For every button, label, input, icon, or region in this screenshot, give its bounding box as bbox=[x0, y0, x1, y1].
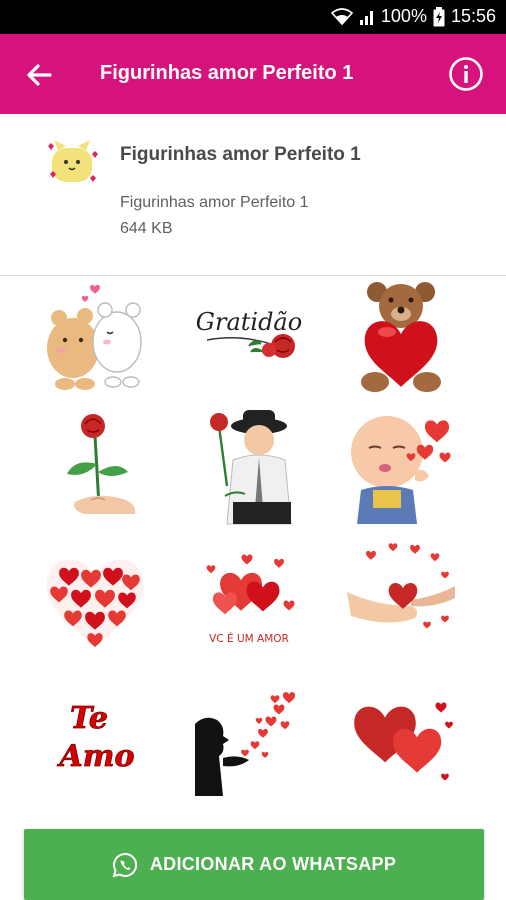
vc-e-um-amor-sticker: VC É UM AMOR bbox=[206, 554, 295, 645]
sticker-item[interactable] bbox=[336, 277, 466, 402]
pack-publisher: Figurinhas amor Perfeito 1 bbox=[120, 194, 309, 211]
sticker-item[interactable]: VC É UM AMOR bbox=[184, 535, 314, 660]
bears-kiss-sticker bbox=[47, 284, 142, 390]
add-to-whatsapp-label: ADICIONAR AO WHATSAPP bbox=[149, 854, 397, 874]
two-hearts-sticker bbox=[354, 702, 453, 781]
sticker-item[interactable]: Te Amo bbox=[30, 677, 160, 802]
info-icon[interactable] bbox=[448, 56, 484, 92]
red-rose-hand-sticker bbox=[67, 413, 136, 514]
teddy-bear-heart-sticker bbox=[361, 281, 441, 392]
te-amo-sticker: Te Amo bbox=[56, 700, 135, 774]
te-text: Te bbox=[70, 701, 108, 736]
gratidao-sticker: Gratidão bbox=[196, 308, 302, 358]
page-title: Figurinhas amor Perfeito 1 bbox=[100, 62, 354, 84]
status-bar: 100% 15:56 bbox=[0, 0, 506, 34]
sticker-item[interactable] bbox=[336, 677, 466, 802]
sticker-item[interactable] bbox=[184, 403, 314, 528]
pack-name: Figurinhas amor Perfeito 1 bbox=[120, 144, 361, 165]
sticker-item[interactable] bbox=[30, 277, 160, 402]
signal-icon bbox=[359, 10, 373, 25]
vc-e-um-amor-text: VC É UM AMOR bbox=[209, 632, 289, 645]
battery-level: 100% bbox=[380, 6, 427, 26]
boy-with-rose-sticker bbox=[210, 409, 292, 524]
sticker-item[interactable]: Gratidão bbox=[184, 277, 314, 402]
pack-header: Figurinhas amor Perfeito 1 Figurinhas am… bbox=[0, 114, 506, 276]
silhouette-blowing-hearts-sticker bbox=[195, 691, 296, 796]
baby-blowing-kiss-sticker bbox=[351, 415, 451, 524]
heart-of-hearts-sticker bbox=[46, 558, 144, 647]
amo-text: Amo bbox=[56, 739, 134, 774]
sticker-item[interactable] bbox=[336, 403, 466, 528]
sticker-item[interactable] bbox=[30, 403, 160, 528]
whatsapp-icon bbox=[112, 852, 137, 877]
sticker-item[interactable] bbox=[184, 677, 314, 802]
sticker-grid: Gratidão VC É UM AMOR Te Amo bbox=[0, 277, 506, 817]
sticker-item[interactable] bbox=[30, 535, 160, 660]
clock: 15:56 bbox=[450, 6, 496, 26]
app-bar: Figurinhas amor Perfeito 1 bbox=[0, 34, 506, 114]
battery-icon bbox=[433, 6, 445, 26]
wifi-icon bbox=[330, 7, 353, 25]
add-to-whatsapp-button[interactable]: ADICIONAR AO WHATSAPP bbox=[24, 829, 484, 900]
gratidao-text: Gratidão bbox=[196, 308, 302, 336]
arrow-back-icon[interactable] bbox=[22, 58, 56, 92]
pack-size: 644 KB bbox=[120, 220, 173, 237]
pack-tray-icon bbox=[48, 140, 98, 182]
sticker-item[interactable] bbox=[336, 535, 466, 660]
hands-holding-heart-sticker bbox=[347, 542, 455, 629]
